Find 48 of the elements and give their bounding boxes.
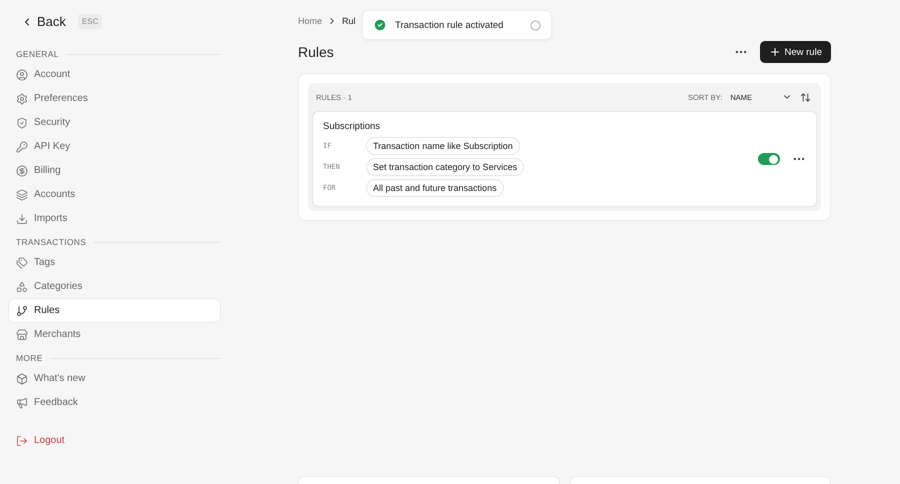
plus-icon bbox=[768, 46, 780, 58]
store-icon bbox=[16, 328, 28, 340]
section-title: GENERAL bbox=[16, 49, 59, 59]
logout-icon bbox=[16, 434, 28, 446]
shield-icon bbox=[16, 116, 28, 128]
sidebar-item[interactable]: Categories bbox=[9, 275, 220, 298]
sidebar-item[interactable]: Accounts bbox=[9, 183, 220, 206]
sidebar-item[interactable]: Tags bbox=[9, 251, 220, 274]
sort-order-button[interactable] bbox=[800, 92, 811, 102]
branch-icon bbox=[16, 304, 28, 316]
page-title: Rules bbox=[298, 44, 334, 60]
clause-pill: All past and future transactions bbox=[366, 179, 504, 197]
logout-item[interactable]: Logout bbox=[9, 429, 220, 452]
clause-pill: Transaction name like Subscription bbox=[366, 137, 520, 155]
download-icon bbox=[16, 212, 28, 224]
megaphone-icon bbox=[16, 396, 28, 408]
section-title: TRANSACTIONS bbox=[16, 237, 86, 247]
sort-icon bbox=[800, 92, 811, 102]
dollar-icon bbox=[16, 164, 28, 176]
sidebar-item[interactable]: What's new bbox=[9, 367, 220, 390]
gear-icon bbox=[16, 92, 28, 104]
new-rule-button[interactable]: New rule bbox=[760, 41, 831, 63]
clause-pill: Set transaction category to Services bbox=[366, 158, 524, 176]
back-button[interactable]: Back bbox=[21, 14, 66, 29]
section-title: MORE bbox=[16, 353, 43, 363]
shapes-icon bbox=[16, 280, 28, 292]
sidebar-item[interactable]: Imports bbox=[9, 207, 220, 230]
sidebar-item[interactable]: Feedback bbox=[9, 391, 220, 414]
check-icon bbox=[373, 18, 387, 32]
layers-icon bbox=[16, 188, 28, 200]
rule-toggle[interactable] bbox=[758, 153, 780, 165]
sidebar-item[interactable]: Preferences bbox=[9, 87, 220, 110]
tag-icon bbox=[16, 256, 28, 268]
sidebar-item[interactable]: Billing bbox=[9, 159, 220, 182]
sidebar-item[interactable]: Merchants bbox=[9, 323, 220, 346]
sidebar-item[interactable]: Security bbox=[9, 111, 220, 134]
toast-message: Transaction rule activated bbox=[395, 20, 504, 30]
sidebar-item[interactable]: Rules bbox=[9, 299, 220, 322]
spinner-icon bbox=[530, 20, 541, 30]
box-icon bbox=[16, 372, 28, 384]
shortcut-key: ESC bbox=[78, 14, 102, 29]
breadcrumb-link[interactable]: Home bbox=[298, 16, 322, 26]
sidebar-item[interactable]: API Key bbox=[9, 135, 220, 158]
user-icon bbox=[16, 68, 28, 80]
rule-name: Subscriptions bbox=[323, 121, 382, 132]
sidebar-item[interactable]: Account bbox=[9, 63, 220, 86]
breadcrumb-link[interactable]: Rul bbox=[342, 16, 356, 26]
key-icon bbox=[16, 140, 28, 152]
